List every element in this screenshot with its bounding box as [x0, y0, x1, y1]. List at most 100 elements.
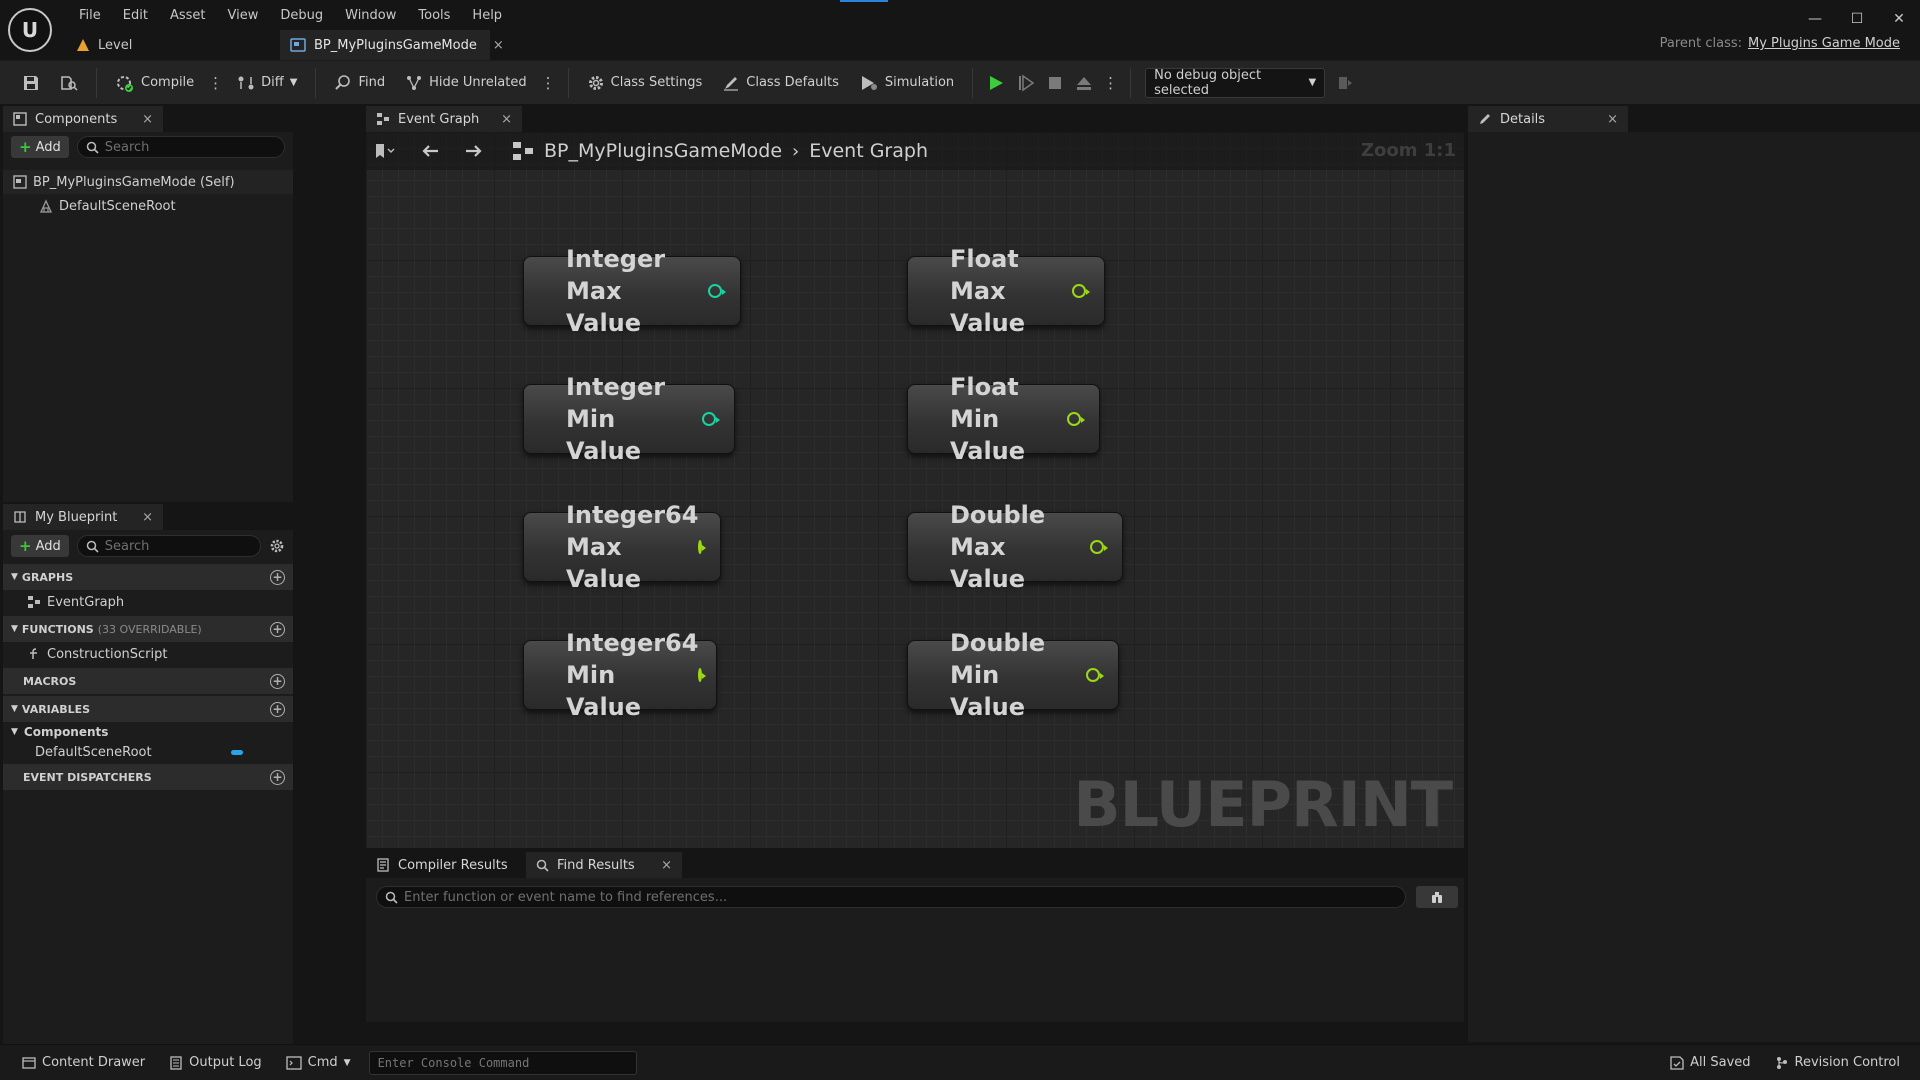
output-pin-icon[interactable]: [698, 668, 707, 682]
node-float-max-value[interactable]: Float Max Value: [907, 245, 1105, 337]
output-pin-icon[interactable]: [1067, 412, 1085, 426]
class-defaults-button[interactable]: Class Defaults: [714, 68, 847, 98]
add-graph-icon[interactable]: +: [270, 569, 285, 585]
add-dispatcher-icon[interactable]: +: [270, 769, 285, 785]
simulation-button[interactable]: Simulation: [851, 68, 962, 98]
node-float-min-value[interactable]: Float Min Value: [907, 373, 1100, 465]
back-arrow-icon[interactable]: [420, 143, 440, 159]
close-icon[interactable]: ×: [661, 858, 672, 873]
output-pin-icon[interactable]: [1086, 668, 1104, 682]
hide-unrelated-options-icon[interactable]: ⋮: [539, 74, 558, 92]
cmd-select[interactable]: Cmd ▼: [274, 1049, 363, 1077]
play-button[interactable]: [983, 68, 1009, 98]
tab-details[interactable]: Details ×: [1468, 106, 1628, 132]
revision-control-button[interactable]: Revision Control: [1763, 1049, 1912, 1077]
variable-item-defaultsceneroot[interactable]: DefaultSceneRoot: [3, 742, 293, 762]
blueprint-watermark: BLUEPRINT: [1073, 768, 1453, 841]
save-button[interactable]: [14, 68, 48, 98]
output-pin-icon[interactable]: [702, 412, 720, 426]
menu-view[interactable]: View: [217, 4, 270, 26]
section-variables[interactable]: ▼ VARIABLES +: [3, 696, 293, 722]
close-window-button[interactable]: ✕: [1878, 6, 1920, 32]
content-drawer-button[interactable]: Content Drawer: [10, 1049, 157, 1077]
my-blueprint-search-input[interactable]: [104, 538, 252, 554]
find-results-input[interactable]: [404, 889, 1397, 905]
function-item-constructionscript[interactable]: ConstructionScript: [3, 642, 293, 666]
section-graphs[interactable]: ▼ GRAPHS +: [3, 564, 293, 590]
find-button[interactable]: Find: [326, 68, 393, 98]
close-icon[interactable]: ×: [1607, 112, 1618, 127]
menu-asset[interactable]: Asset: [159, 4, 217, 26]
debug-object-select[interactable]: No debug object selected ▼: [1145, 67, 1326, 98]
node-double-max-value[interactable]: Double Max Value: [907, 501, 1123, 593]
unreal-logo-icon[interactable]: U: [8, 8, 52, 52]
tab-find-results[interactable]: Find Results ×: [526, 852, 682, 878]
menu-debug[interactable]: Debug: [269, 4, 334, 26]
eject-button[interactable]: [1071, 68, 1097, 98]
node-integer64-max-value[interactable]: Integer64 Max Value: [523, 501, 721, 593]
tab-level[interactable]: Level: [66, 30, 276, 60]
components-search-input[interactable]: [104, 139, 276, 155]
add-function-icon[interactable]: +: [270, 621, 285, 637]
close-icon[interactable]: ×: [501, 112, 512, 127]
console-command-input[interactable]: [368, 1050, 637, 1075]
event-graph-canvas[interactable]: BP_MyPluginsGameMode › Event Graph Zoom …: [366, 132, 1464, 848]
tab-event-graph[interactable]: Event Graph ×: [366, 106, 522, 132]
add-component-button[interactable]: + Add: [11, 136, 69, 158]
maximize-button[interactable]: ☐: [1836, 6, 1878, 32]
close-icon[interactable]: ×: [142, 112, 153, 127]
diff-button[interactable]: Diff ▼: [229, 68, 305, 98]
menu-window[interactable]: Window: [334, 4, 407, 26]
compile-options-icon[interactable]: ⋮: [206, 74, 225, 92]
graph-item-eventgraph[interactable]: EventGraph: [3, 590, 293, 614]
tab-blueprint[interactable]: BP_MyPluginsGameMode ×: [280, 30, 504, 60]
minimize-button[interactable]: —: [1794, 6, 1836, 32]
menu-file[interactable]: File: [68, 4, 112, 26]
hide-unrelated-button[interactable]: Hide Unrelated: [397, 68, 535, 98]
play-options-icon[interactable]: ⋮: [1101, 74, 1120, 92]
bookmark-icon[interactable]: [374, 143, 396, 159]
components-search[interactable]: [76, 136, 285, 158]
parent-class-link[interactable]: My Plugins Game Mode: [1748, 36, 1900, 51]
node-integer64-min-value[interactable]: Integer64 Min Value: [523, 629, 717, 721]
output-pin-icon[interactable]: [1072, 284, 1090, 298]
node-integer-max-value[interactable]: Integer Max Value: [523, 245, 741, 337]
find-results-search[interactable]: [376, 886, 1406, 908]
component-self[interactable]: BP_MyPluginsGameMode (Self): [3, 170, 293, 194]
add-macro-icon[interactable]: +: [270, 673, 285, 689]
settings-gear-icon[interactable]: [269, 538, 285, 554]
stop-button[interactable]: [1043, 68, 1067, 98]
my-blueprint-search[interactable]: [76, 535, 261, 557]
output-pin-icon[interactable]: [698, 540, 707, 554]
node-double-min-value[interactable]: Double Min Value: [907, 629, 1119, 721]
section-macros[interactable]: MACROS +: [3, 668, 293, 694]
variable-group-components[interactable]: ▼ Components: [3, 722, 293, 742]
output-pin-icon[interactable]: [708, 284, 726, 298]
section-functions[interactable]: ▼ FUNCTIONS (33 OVERRIDABLE) +: [3, 616, 293, 642]
menu-edit[interactable]: Edit: [112, 4, 159, 26]
add-member-button[interactable]: + Add: [11, 535, 69, 557]
step-button[interactable]: [1013, 68, 1039, 98]
forward-arrow-icon[interactable]: [464, 143, 484, 159]
debug-browse-button[interactable]: [1329, 68, 1361, 98]
class-settings-button[interactable]: Class Settings: [579, 68, 711, 98]
close-icon[interactable]: ×: [142, 510, 153, 525]
breadcrumb-blueprint[interactable]: BP_MyPluginsGameMode: [544, 140, 782, 162]
find-in-all-blueprints-button[interactable]: [1416, 886, 1458, 908]
browse-button[interactable]: [52, 68, 86, 98]
output-pin-icon[interactable]: [1090, 540, 1108, 554]
menu-tools[interactable]: Tools: [407, 4, 461, 26]
component-defaultsceneroot[interactable]: DefaultSceneRoot: [3, 194, 293, 218]
node-integer-min-value[interactable]: Integer Min Value: [523, 373, 735, 465]
breadcrumb-graph[interactable]: Event Graph: [809, 140, 928, 162]
section-event-dispatchers[interactable]: EVENT DISPATCHERS +: [3, 764, 293, 790]
tab-my-blueprint[interactable]: My Blueprint ×: [3, 504, 163, 530]
tab-components[interactable]: Components ×: [3, 106, 163, 132]
tab-compiler-results[interactable]: Compiler Results: [366, 852, 524, 878]
compile-button[interactable]: Compile: [107, 68, 202, 98]
close-icon[interactable]: ×: [493, 38, 504, 53]
output-log-button[interactable]: Output Log: [157, 1049, 274, 1077]
add-variable-icon[interactable]: +: [270, 701, 285, 717]
menu-help[interactable]: Help: [461, 4, 513, 26]
all-saved-button[interactable]: All Saved: [1658, 1049, 1762, 1077]
